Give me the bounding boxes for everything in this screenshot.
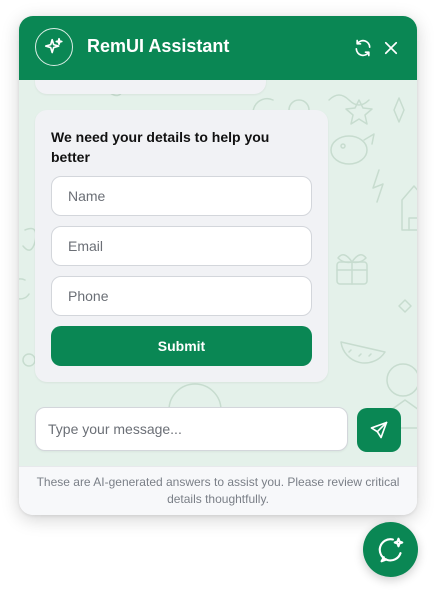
- name-field[interactable]: [51, 176, 312, 216]
- phone-field[interactable]: [51, 276, 312, 316]
- chat-header: RemUI Assistant: [19, 16, 417, 80]
- refresh-button[interactable]: [351, 36, 375, 60]
- send-icon: [370, 421, 388, 439]
- previous-message-bubble: [35, 80, 266, 94]
- disclaimer-footer: These are AI-generated answers to assist…: [19, 466, 417, 515]
- close-icon: [384, 41, 398, 55]
- send-button[interactable]: [357, 408, 401, 452]
- assistant-title: RemUI Assistant: [87, 36, 230, 56]
- form-heading: We need your details to help you better: [51, 129, 270, 165]
- disclaimer-text: These are AI-generated answers to assist…: [36, 475, 400, 506]
- close-button[interactable]: [379, 36, 403, 60]
- message-input[interactable]: [35, 407, 348, 451]
- submit-button[interactable]: Submit: [51, 326, 312, 366]
- sparkles-icon: [44, 37, 63, 54]
- chat-widget: RemUI Assistant We need your details to …: [19, 16, 417, 515]
- details-form-card: We need your details to help you better …: [35, 110, 328, 382]
- assistant-avatar: [35, 28, 73, 66]
- email-field[interactable]: [51, 226, 312, 266]
- composer: [19, 402, 417, 466]
- refresh-icon: [355, 39, 371, 57]
- chat-launcher-button[interactable]: [363, 522, 418, 577]
- chat-sparkle-icon: [378, 537, 403, 562]
